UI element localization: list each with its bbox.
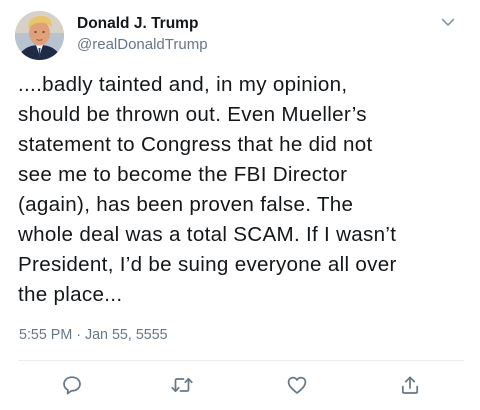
share-icon[interactable] [397,372,423,398]
display-name[interactable]: Donald J. Trump [77,14,208,33]
divider [18,360,464,361]
avatar[interactable] [15,11,64,60]
user-handle[interactable]: @realDonaldTrump [77,35,208,54]
avatar-image [15,11,64,60]
retweet-icon[interactable] [169,372,195,398]
tweet-card: Donald J. Trump @realDonaldTrump ....bad… [0,0,480,410]
heart-icon[interactable] [284,372,310,398]
chevron-down-icon[interactable] [439,13,457,31]
reply-icon[interactable] [59,372,85,398]
tweet-timestamp[interactable]: 5:55 PM · Jan 55, 5555 [19,326,168,344]
author-block[interactable]: Donald J. Trump @realDonaldTrump [77,14,208,54]
tweet-text: ....badly tainted and, in my opinion, sh… [18,73,397,306]
